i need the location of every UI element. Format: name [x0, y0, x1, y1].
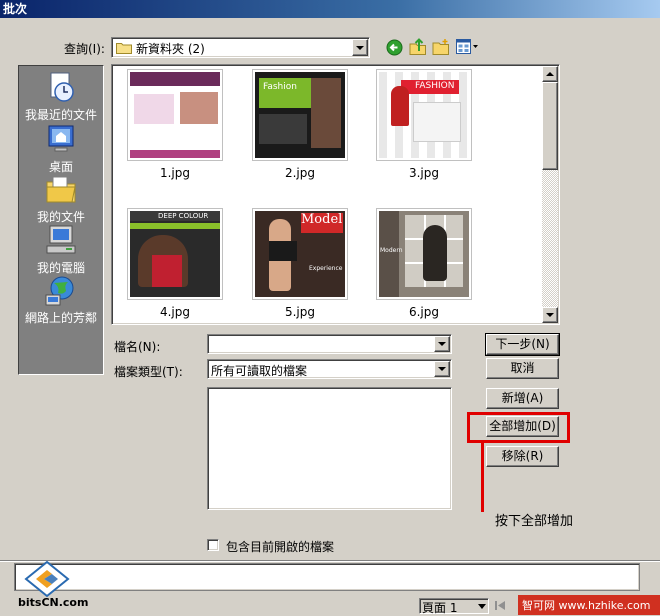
selected-files-list[interactable] — [207, 387, 452, 510]
file-name-5[interactable]: 5.jpg — [252, 305, 348, 319]
thumbnail-2[interactable]: Fashion — [252, 69, 348, 161]
thumbnail-3[interactable]: FASHION — [376, 69, 472, 161]
thumb-3-text: FASHION — [415, 81, 455, 91]
file-name-4[interactable]: 4.jpg — [127, 305, 223, 319]
filename-label: 檔名(N): — [114, 340, 161, 354]
watermark-site-banner: 智可网 www.hzhike.com — [518, 595, 660, 615]
include-open-label: 包含目前開啟的檔案 — [226, 540, 335, 554]
filename-combobox[interactable] — [207, 334, 452, 354]
filetype-dropdown-arrow[interactable] — [434, 361, 450, 377]
include-open-checkbox[interactable] — [207, 539, 219, 551]
watermark-logo-text: bitsCN.com — [18, 596, 89, 609]
filetype-value: 所有可讀取的檔案 — [211, 364, 308, 378]
window-title-bar[interactable]: 批次 — [0, 0, 660, 18]
place-label: 我最近的文件 — [24, 108, 97, 122]
file-name-6[interactable]: 6.jpg — [376, 305, 472, 319]
scroll-thumb[interactable] — [542, 82, 558, 170]
thumbnail-4[interactable]: DEEP COLOUR — [127, 208, 223, 300]
places-bar: 我最近的文件 桌面 我的文件 我的電腦 網路上的芳鄰 — [18, 65, 104, 375]
up-folder-icon[interactable] — [409, 37, 427, 56]
thumbnail-6[interactable]: Modern — [376, 208, 472, 300]
thumb-2-text: Fashion — [263, 82, 297, 92]
view-menu-icon[interactable] — [456, 39, 480, 55]
place-my-documents[interactable]: 我的文件 — [19, 172, 103, 225]
lookin-label: 查詢(I): — [64, 42, 105, 56]
bitscn-logo-icon — [24, 560, 70, 598]
lookin-value: 新資料夾 (2) — [136, 42, 205, 56]
scroll-down-button[interactable] — [542, 307, 558, 323]
folder-icon — [116, 43, 132, 54]
page-indicator: 頁面 1 — [422, 601, 458, 615]
thumb-6-text: Modern — [380, 247, 403, 254]
annotation-text: 按下全部增加 — [495, 514, 574, 529]
remove-button[interactable]: 移除(R) — [486, 446, 559, 467]
scroll-up-button[interactable] — [542, 66, 558, 82]
add-button[interactable]: 新增(A) — [486, 388, 559, 409]
recent-documents-icon — [50, 72, 74, 102]
annotation-highlight-box — [467, 412, 570, 443]
network-places-icon — [45, 276, 74, 306]
lookin-dropdown-arrow[interactable] — [352, 39, 368, 56]
watermark-site-text: 智可网 www.hzhike.com — [522, 599, 651, 612]
file-name-2[interactable]: 2.jpg — [252, 166, 348, 180]
page-dropdown-arrow-icon[interactable] — [478, 604, 486, 609]
filetype-dropdown[interactable]: 所有可讀取的檔案 — [207, 359, 452, 379]
watermark-logo: bitsCN.com — [10, 560, 90, 612]
page-field[interactable]: 頁面 1 — [419, 598, 489, 615]
file-name-3[interactable]: 3.jpg — [376, 166, 472, 180]
cancel-button[interactable]: 取消 — [486, 358, 559, 379]
place-label: 網路上的芳鄰 — [24, 311, 97, 325]
place-recent[interactable]: 我最近的文件 — [19, 70, 103, 123]
thumb-5-text-a: Model — [301, 212, 343, 227]
vertical-scrollbar[interactable] — [542, 66, 558, 323]
window-title: 批次 — [3, 2, 28, 16]
place-label: 我的文件 — [36, 210, 85, 224]
filename-dropdown-arrow[interactable] — [434, 336, 450, 352]
thumb-5-text-b: Experience — [309, 265, 343, 272]
thumbnail-1[interactable] — [127, 69, 223, 161]
place-network[interactable]: 網路上的芳鄰 — [19, 273, 103, 326]
desktop-icon — [48, 125, 74, 152]
thumbnail-5[interactable]: Model Experience — [252, 208, 348, 300]
my-documents-icon — [46, 176, 76, 203]
my-computer-icon — [46, 225, 76, 254]
filetype-label: 檔案類型(T): — [114, 365, 183, 379]
first-page-icon[interactable] — [494, 600, 506, 611]
divider — [0, 561, 660, 562]
thumb-4-text: DEEP COLOUR — [158, 212, 209, 220]
annotation-pointer-line — [481, 443, 484, 512]
file-name-1[interactable]: 1.jpg — [127, 166, 223, 180]
file-list-view[interactable]: 1.jpg Fashion 2.jpg FASHION 3.jpg DEEP C… — [111, 64, 560, 325]
next-button[interactable]: 下一步(N) — [485, 333, 560, 356]
place-my-computer[interactable]: 我的電腦 — [19, 223, 103, 276]
lookin-dropdown[interactable]: 新資料夾 (2) — [111, 37, 370, 58]
preview-area — [14, 563, 640, 591]
place-desktop[interactable]: 桌面 — [19, 122, 103, 175]
new-folder-icon[interactable] — [432, 38, 450, 56]
back-arrow-icon[interactable] — [386, 39, 403, 56]
